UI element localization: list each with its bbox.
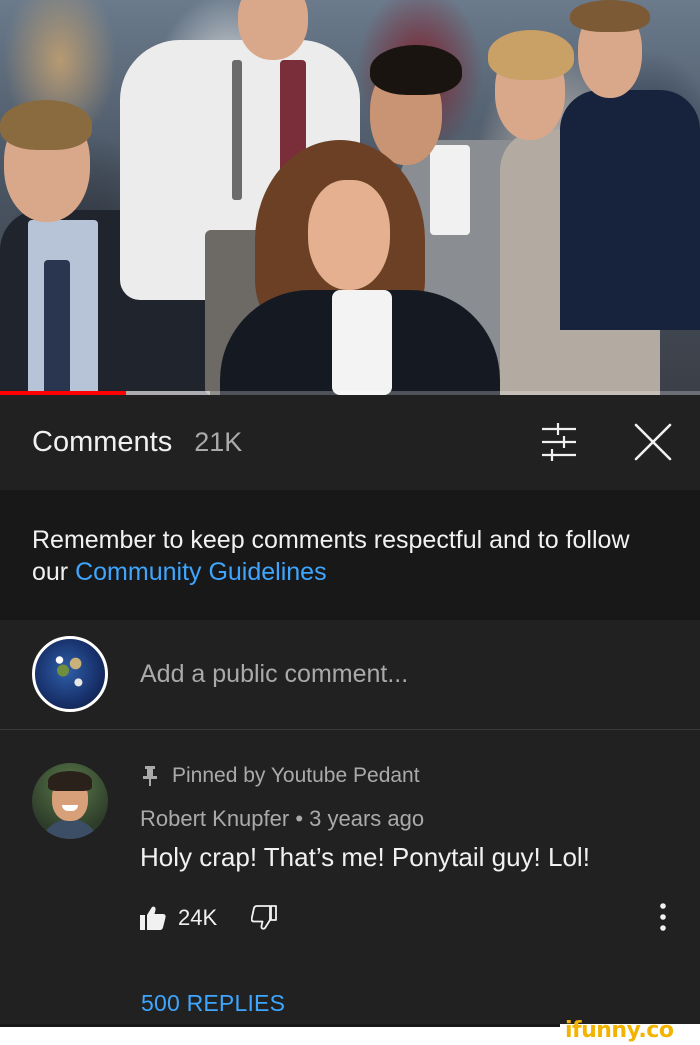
pinned-comment: Pinned by Youtube Pedant Robert Knupfer …	[0, 731, 700, 1024]
video-player[interactable]	[0, 0, 700, 395]
sort-filter-icon[interactable]	[536, 423, 582, 461]
add-comment-row[interactable]: Add a public comment...	[0, 620, 700, 730]
video-person-woman-foreground	[220, 140, 500, 395]
comments-count: 21K	[194, 427, 243, 457]
comment-actions: 24K	[140, 903, 278, 933]
thumbs-up-icon[interactable]	[140, 905, 166, 931]
comment-separator: •	[289, 806, 310, 831]
comment-author-line: Robert Knupfer • 3 years ago	[140, 806, 424, 832]
ifunny-watermark: ifunny.co	[565, 1018, 674, 1043]
comments-title: Comments	[32, 426, 173, 458]
add-comment-input[interactable]: Add a public comment...	[140, 660, 408, 689]
close-icon[interactable]	[630, 419, 676, 465]
comment-body: Holy crap! That’s me! Ponytail guy! Lol!	[140, 842, 590, 872]
pin-icon	[143, 766, 157, 786]
more-vertical-icon[interactable]	[652, 901, 674, 935]
community-notice: Remember to keep comments respectful and…	[0, 490, 700, 620]
commenter-avatar[interactable]	[32, 763, 108, 839]
like-count: 24K	[178, 905, 218, 930]
pinned-label-row: Pinned by Youtube Pedant	[142, 764, 420, 788]
thumbs-down-icon[interactable]	[251, 905, 278, 931]
video-person-sweater	[560, 0, 700, 395]
view-replies-button[interactable]: 500 REPLIES	[141, 990, 285, 1017]
pinned-by-text: Pinned by Youtube Pedant	[172, 764, 420, 787]
comment-time: 3 years ago	[309, 806, 425, 831]
comments-header: Comments 21K	[0, 395, 700, 490]
comment-author[interactable]: Robert Knupfer	[140, 806, 289, 831]
community-guidelines-link[interactable]: Community Guidelines	[75, 558, 327, 586]
user-avatar	[32, 636, 108, 712]
